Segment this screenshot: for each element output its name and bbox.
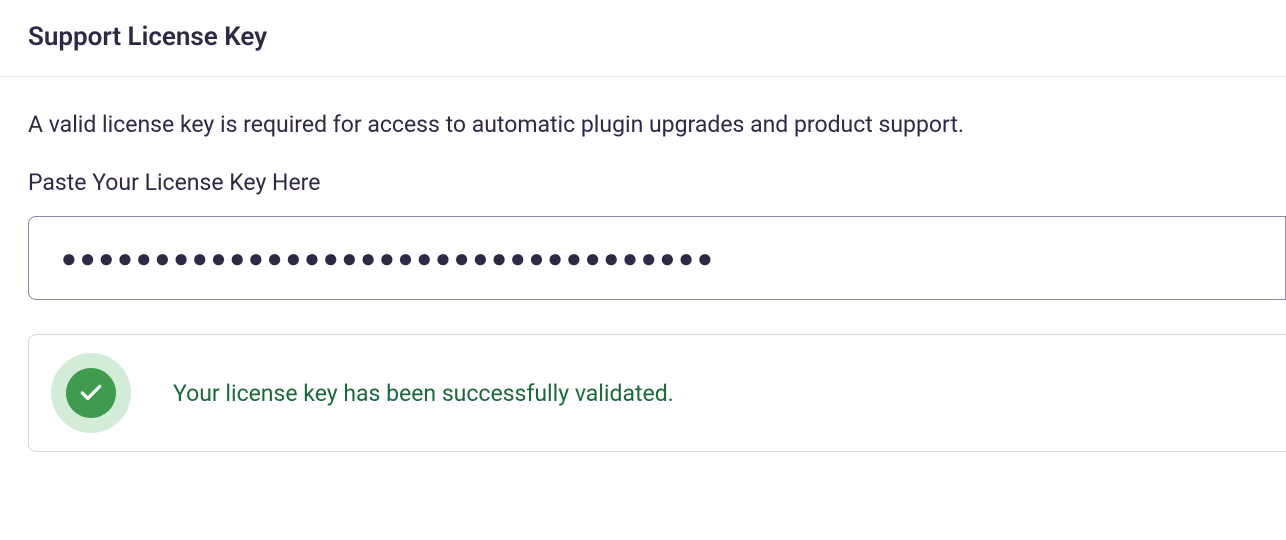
license-key-input[interactable] bbox=[28, 216, 1286, 300]
license-field-label: Paste Your License Key Here bbox=[28, 169, 1286, 196]
panel-title: Support License Key bbox=[28, 22, 1258, 52]
panel-header: Support License Key bbox=[0, 0, 1286, 77]
check-icon bbox=[78, 380, 104, 406]
status-message: Your license key has been successfully v… bbox=[173, 380, 674, 407]
validation-status: Your license key has been successfully v… bbox=[28, 334, 1286, 452]
panel-body: A valid license key is required for acce… bbox=[0, 77, 1286, 484]
status-icon-inner bbox=[66, 368, 116, 418]
license-description: A valid license key is required for acce… bbox=[28, 109, 1286, 141]
status-icon-outer bbox=[51, 353, 131, 433]
